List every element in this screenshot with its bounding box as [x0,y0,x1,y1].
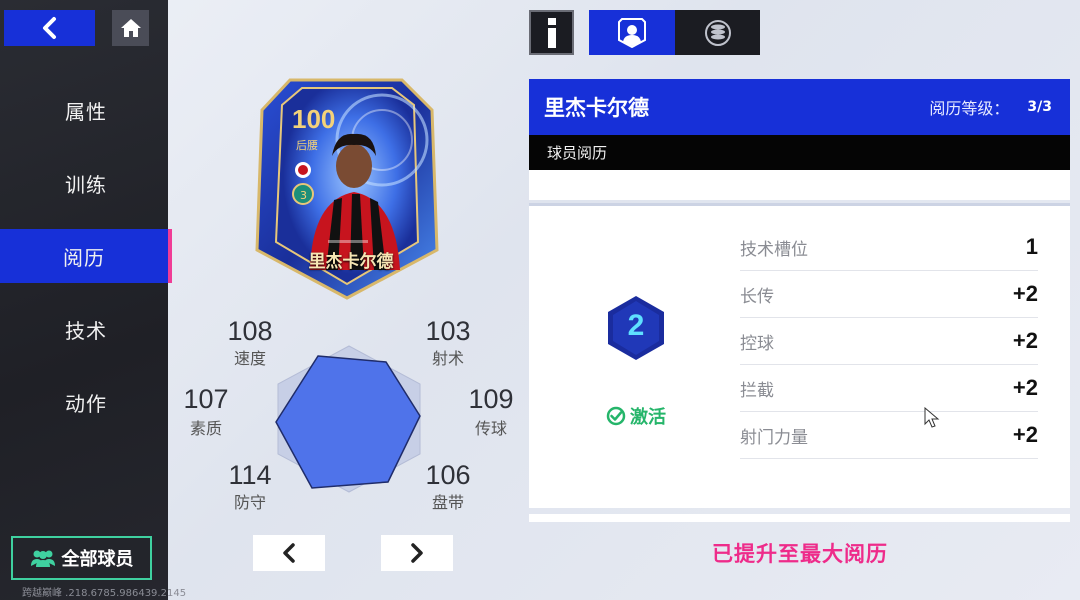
sidebar-item-label: 动作 [65,391,107,416]
attribute-name: 技术槽位 [740,239,808,260]
attribute-value: +2 [1012,375,1038,400]
stats-radar [270,342,428,494]
attribute-row: 控球 +2 [740,318,1038,365]
panel-footer-strip [529,514,1070,522]
tab-info[interactable] [529,10,574,55]
stat-label: 素质 [189,419,222,438]
all-players-button[interactable]: 全部球员 [11,536,152,580]
attribute-name: 长传 [740,286,774,307]
sidebar-item-training[interactable]: 训练 [0,156,172,210]
section-title-bar: 球员阅历 [529,135,1070,170]
prev-player-button[interactable] [253,535,325,571]
panel-header: 里杰卡尔德 阅历等级： 3/3 [529,79,1070,135]
card-player-name: 里杰卡尔德 [308,252,394,272]
stat-label: 传球 [474,419,507,438]
attribute-row: 射门力量 +2 [740,412,1038,459]
sidebar-item-label: 训练 [65,172,107,197]
next-player-button[interactable] [381,535,453,571]
sidebar-item-actions[interactable]: 动作 [0,375,172,429]
sidebar-item-label: 技术 [65,318,107,343]
attribute-name: 控球 [740,333,774,354]
sidebar-item-experience[interactable]: 阅历 [0,229,172,283]
all-players-label: 全部球员 [61,549,134,570]
sidebar-item-attributes[interactable]: 属性 [0,83,172,137]
stat-physical: 107 素质 [176,384,236,439]
sidebar-item-skills[interactable]: 技术 [0,302,172,356]
sidebar: 属性 训练 阅历 技术 动作 [0,0,172,600]
level-label: 阅历等级： [929,99,1010,118]
stat-value: 107 [183,384,229,414]
stat-value: 109 [468,384,514,414]
mouse-cursor-icon [924,407,940,428]
users-icon [30,550,55,567]
tab-coins[interactable] [675,10,760,55]
attribute-value: +2 [1012,422,1038,447]
stat-passing: 109 传球 [461,384,521,439]
coin-stack-icon [704,19,731,46]
chevron-left-icon [283,543,295,563]
chevron-left-icon [42,17,56,39]
sidebar-item-label: 阅历 [63,245,105,270]
panel-strip [529,170,1070,200]
max-experience-message: 已提升至最大阅历 [712,542,888,566]
sidebar-item-label: 属性 [65,99,107,124]
attribute-row: 技术槽位 1 [740,224,1038,271]
player-profile-icon [618,17,646,48]
attribute-row: 拦截 +2 [740,365,1038,412]
watermark: 跨越巅峰 .218.6785.986439.2145 [22,588,187,599]
tier-badge: 2 [606,295,666,361]
card-position: 后腰 [296,139,318,152]
svg-text:3: 3 [300,189,307,202]
tab-player-profile[interactable] [589,10,675,55]
tier-number: 2 [627,309,645,342]
attribute-row: 长传 +2 [740,271,1038,318]
attribute-value: 1 [1025,234,1038,259]
section-title: 球员阅历 [547,144,608,162]
attribute-name: 拦截 [740,380,774,401]
chevron-right-icon [411,543,423,563]
attribute-name: 射门力量 [740,427,808,448]
activated-label: 激活 [630,407,666,428]
home-button[interactable] [112,10,149,46]
info-icon [547,17,556,48]
home-icon [120,19,141,37]
card-rating: 100 [292,104,336,134]
level-value: 3/3 [1027,99,1052,115]
activated-status: 激活 [606,403,666,429]
panel-player-name: 里杰卡尔德 [544,96,649,120]
attribute-value: +2 [1012,281,1038,306]
check-circle-icon [606,406,626,426]
back-button[interactable] [4,10,95,46]
attribute-value: +2 [1012,328,1038,353]
